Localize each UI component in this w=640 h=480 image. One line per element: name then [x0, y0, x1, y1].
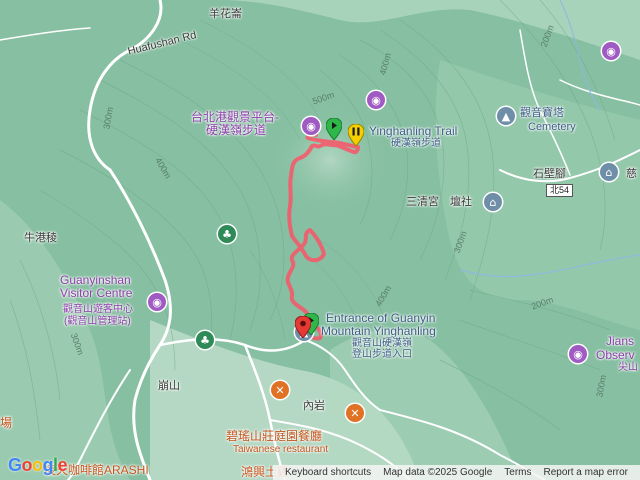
google-logo[interactable]: Google — [8, 455, 68, 476]
park-icon[interactable]: ♣ — [196, 331, 214, 349]
route-shield-bei54: 北54 — [546, 184, 574, 197]
map-data-text: Map data ©2025 Google — [383, 467, 493, 478]
poi-cemetery[interactable]: Cemetery — [528, 121, 576, 133]
poi-taipei-port-view-2[interactable]: 硬漢嶺步道 — [206, 124, 266, 136]
poi-guanyin-pagoda[interactable]: 觀音寶塔 — [520, 107, 564, 119]
poi-tanshe[interactable]: 壇社 — [450, 196, 472, 208]
poi-visitor-centre-en-1[interactable]: Guanyinshan — [60, 274, 131, 286]
keyboard-shortcuts-link[interactable]: Keyboard shortcuts — [279, 467, 377, 478]
poi-jianshan-1[interactable]: Jians — [606, 335, 634, 347]
place-neiyan[interactable]: 內岩 — [303, 400, 325, 412]
temple-icon[interactable]: ◉ — [602, 42, 620, 60]
attribution-bar: Keyboard shortcuts Map data ©2025 Google… — [272, 465, 640, 480]
poi-visitor-centre-zh-2[interactable]: (觀音山管理站) — [64, 316, 131, 327]
end-marker[interactable] — [295, 316, 311, 338]
poi-visitor-centre-en-2[interactable]: Visitor Centre — [60, 287, 132, 299]
trail-entrance-zh-2[interactable]: 登山步道入口 — [352, 349, 412, 360]
camera-icon[interactable]: ◉ — [569, 345, 587, 363]
trail-yinghanling-zh[interactable]: 硬漢嶺步道 — [391, 138, 441, 149]
poi-visitor-centre-zh-1[interactable]: 觀音山遊客中心 — [63, 304, 133, 315]
report-map-error-link[interactable]: Report a map error — [538, 467, 634, 478]
trail-entrance-zh-1[interactable]: 觀音山硬漢嶺 — [352, 338, 412, 349]
trail-entrance-en-1[interactable]: Entrance of Guanyin — [326, 312, 435, 324]
place-yanghuaqi[interactable]: 羊花崙 — [209, 8, 242, 20]
trail-yinghanling[interactable]: Yinghanling Trail — [369, 125, 457, 137]
camera-icon[interactable]: ◉ — [302, 117, 320, 135]
poi-jianshan-zh[interactable]: 尖山 — [618, 362, 638, 373]
camera-icon[interactable]: ◉ — [367, 91, 385, 109]
park-icon[interactable]: ♣ — [218, 225, 236, 243]
trail-entrance-en-2[interactable]: Mountain Yinghanling — [321, 325, 436, 337]
temple-icon[interactable]: ⌂ — [484, 193, 502, 211]
poi-jianshan-2[interactable]: Observ — [596, 349, 635, 361]
place-bengshan[interactable]: 崩山 — [158, 380, 180, 392]
poi-sanqing-temple[interactable]: 三清宮 — [406, 196, 439, 208]
camera-icon[interactable]: ◉ — [148, 293, 166, 311]
temple-icon[interactable]: ⌂ — [600, 163, 618, 181]
terms-link[interactable]: Terms — [498, 467, 537, 478]
restaurant-icon[interactable]: ✕ — [271, 381, 289, 399]
place-left-edge[interactable]: 場 — [0, 417, 12, 429]
poi-bilu-restaurant-zh[interactable]: 碧瑤山莊庭園餐廳 — [226, 430, 322, 442]
place-shibijiao[interactable]: 石壁腳 — [533, 168, 566, 180]
start-marker[interactable] — [326, 118, 342, 140]
pause-marker[interactable] — [348, 124, 364, 146]
poi-bilu-restaurant-en[interactable]: Taiwanese restaurant — [233, 444, 328, 456]
poi-taipei-port-view-1[interactable]: 台北港觀景平台- — [191, 111, 279, 123]
place-ci[interactable]: 慈 — [626, 168, 637, 180]
cemetery-icon[interactable]: ▲ — [497, 107, 515, 125]
place-niugangleng[interactable]: 牛港稜 — [24, 232, 57, 244]
restaurant-icon[interactable]: ✕ — [346, 404, 364, 422]
